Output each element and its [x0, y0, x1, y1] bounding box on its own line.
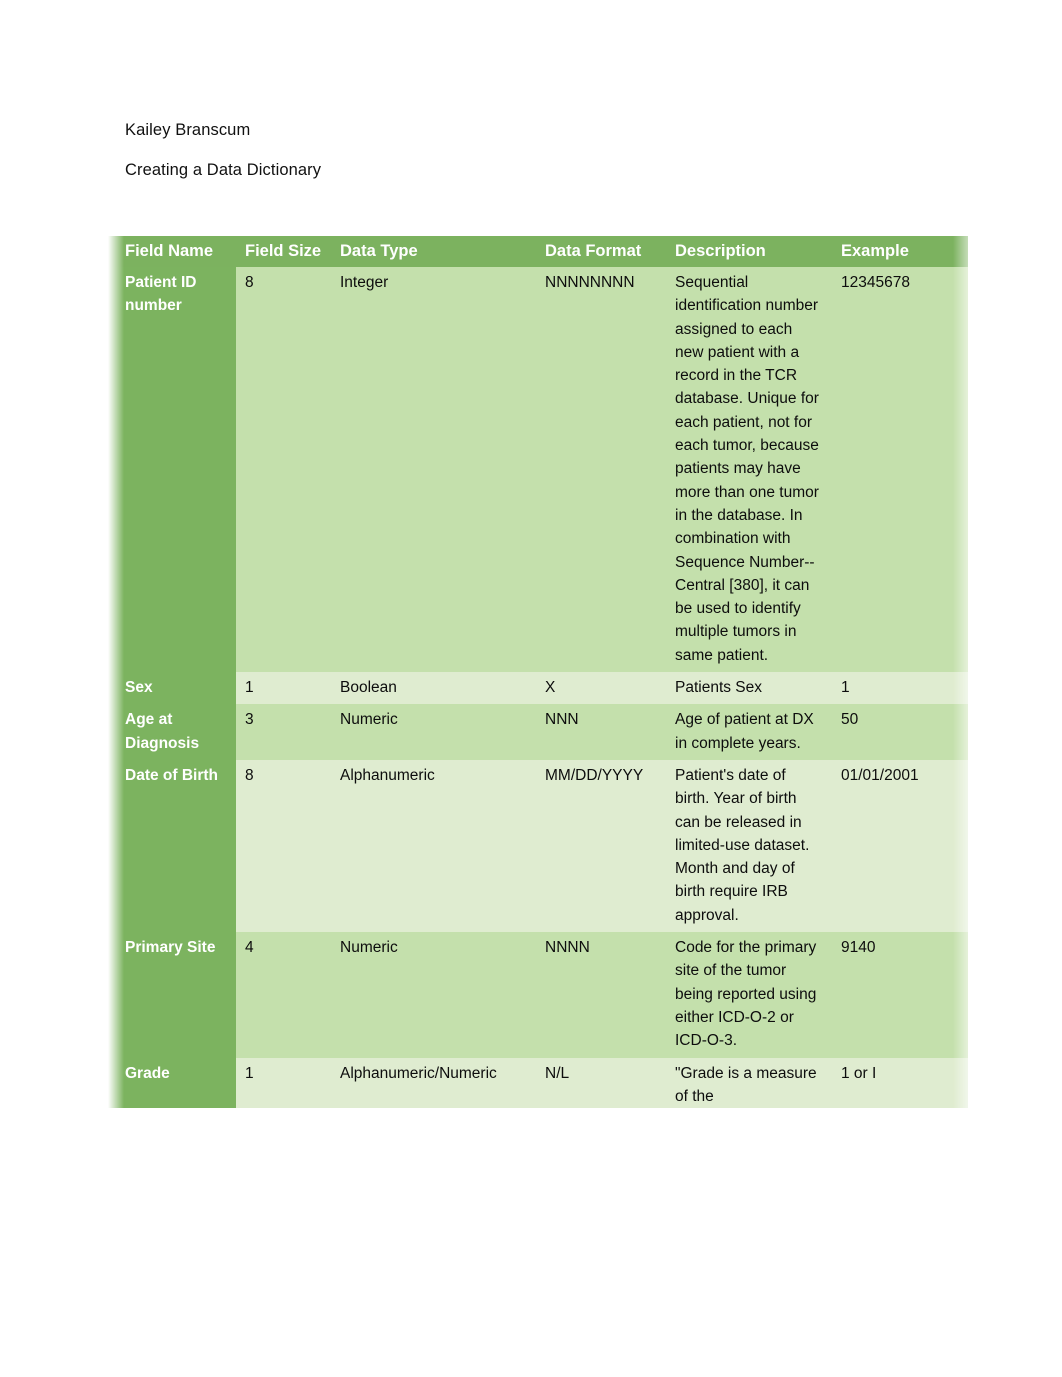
cell-field-size: 8: [236, 759, 331, 933]
cell-data-type: Numeric: [331, 932, 536, 1058]
cell-description: "Grade is a measure of the: [666, 1057, 832, 1109]
table-header-row: Field Name Field Size Data Type Data For…: [108, 236, 968, 267]
cell-example: 1 or I: [832, 1057, 968, 1109]
author-name: Kailey Branscum: [125, 121, 251, 139]
cell-example: 9140: [832, 932, 968, 1058]
document-page: Kailey Branscum Creating a Data Dictiona…: [0, 0, 1062, 1377]
cell-data-type: Alphanumeric: [331, 759, 536, 933]
cell-data-format: MM/DD/YYYY: [536, 759, 666, 933]
data-dictionary-table: Field Name Field Size Data Type Data For…: [108, 236, 968, 1109]
cell-example: 50: [832, 704, 968, 760]
table-row: Primary Site 4 Numeric NNNN Code for the…: [108, 932, 968, 1058]
document-title: Creating a Data Dictionary: [125, 161, 322, 179]
cell-field-size: 8: [236, 267, 331, 673]
cell-data-format: N/L: [536, 1057, 666, 1109]
table-row: Grade 1 Alphanumeric/Numeric N/L "Grade …: [108, 1057, 968, 1109]
cell-field-size: 3: [236, 704, 331, 760]
cell-description: Sequential identification number assigne…: [666, 267, 832, 673]
cell-data-format: NNN: [536, 704, 666, 760]
table-row: Age at Diagnosis 3 Numeric NNN Age of pa…: [108, 704, 968, 760]
table-row: Sex 1 Boolean X Patients Sex 1: [108, 672, 968, 705]
cell-field-name: Patient ID number: [108, 267, 236, 673]
cell-data-format: X: [536, 672, 666, 705]
cell-field-name: Sex: [108, 672, 236, 705]
cell-field-name: Primary Site: [108, 932, 236, 1058]
data-dictionary-table-wrapper: Field Name Field Size Data Type Data For…: [108, 236, 980, 1232]
column-header-data-type: Data Type: [331, 236, 536, 267]
cell-example: 12345678: [832, 267, 968, 673]
cell-data-type: Integer: [331, 267, 536, 673]
cell-description: Code for the primary site of the tumor b…: [666, 932, 832, 1058]
document-heading: Kailey Branscum Creating a Data Dictiona…: [125, 120, 885, 181]
cell-field-size: 1: [236, 672, 331, 705]
cell-field-name: Date of Birth: [108, 759, 236, 933]
cell-field-size: 4: [236, 932, 331, 1058]
column-header-data-format: Data Format: [536, 236, 666, 267]
cell-example: 1: [832, 672, 968, 705]
cell-data-format: NNNNNNNN: [536, 267, 666, 673]
cell-description: Age of patient at DX in complete years.: [666, 704, 832, 760]
cell-data-format: NNNN: [536, 932, 666, 1058]
cell-data-type: Alphanumeric/Numeric: [331, 1057, 536, 1109]
cell-data-type: Boolean: [331, 672, 536, 705]
cell-description: Patient's date of birth. Year of birth c…: [666, 759, 832, 933]
cell-example: 01/01/2001: [832, 759, 968, 933]
cell-field-name: Grade: [108, 1057, 236, 1109]
cell-description: Patients Sex: [666, 672, 832, 705]
column-header-field-name: Field Name: [108, 236, 236, 267]
cell-data-type: Numeric: [331, 704, 536, 760]
column-header-example: Example: [832, 236, 968, 267]
table-row: Patient ID number 8 Integer NNNNNNNN Seq…: [108, 267, 968, 673]
column-header-field-size: Field Size: [236, 236, 331, 267]
cell-field-name: Age at Diagnosis: [108, 704, 236, 760]
column-header-description: Description: [666, 236, 832, 267]
table-row: Date of Birth 8 Alphanumeric MM/DD/YYYY …: [108, 759, 968, 933]
cell-field-size: 1: [236, 1057, 331, 1109]
